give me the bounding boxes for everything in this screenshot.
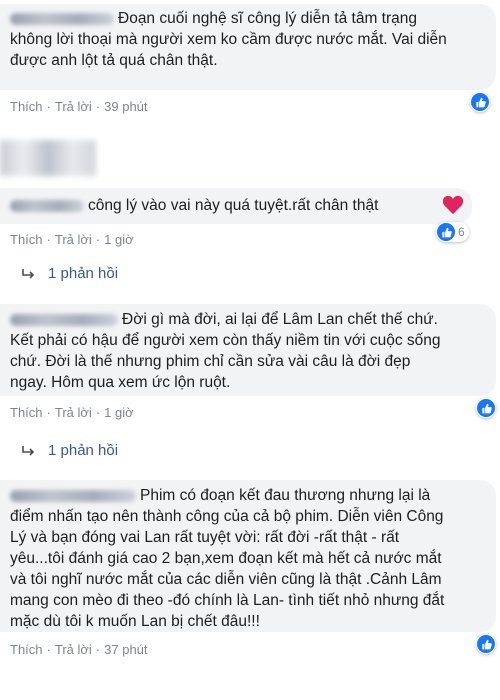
comment-bubble: Đời gì mà đời, ai lại để Lâm Lan chết th… [0,304,496,396]
like-link[interactable]: Thích [10,642,43,657]
comment-line: ngay. Hôm qua xem ức lộn ruột. [10,374,231,391]
author-name-blurred[interactable] [10,199,84,212]
timestamp[interactable]: 1 giờ [104,405,134,420]
blurred-avatar-strip [0,140,96,176]
reply-link[interactable]: Trả lời [55,642,92,657]
reaction-summary[interactable] [476,398,496,418]
comment-line: được anh lột tả quá chân thật. [10,52,218,69]
thumbs-up-icon [471,93,489,111]
author-name-blurred[interactable] [10,12,114,25]
reaction-summary[interactable]: 6 [436,222,469,242]
comment-line: chứ. Đời là thế nhưng phim chỉ cần sửa v… [10,353,411,370]
reaction-count: 6 [458,225,465,239]
comment-actions: Thích · Trả lời · 37 phút [10,642,148,657]
replies-count: 1 phản hồi [48,265,119,282]
reaction-summary[interactable] [476,634,496,654]
replies-count: 1 phản hồi [48,442,119,459]
view-replies-link[interactable]: 1 phản hồi [22,265,118,282]
view-replies-link[interactable]: 1 phản hồi [22,442,118,459]
comment-line: không lời thoại mà người xem ko cầm được… [10,31,447,48]
comment-bubble: Đoạn cuối nghệ sĩ công lý diễn tả tâm tr… [0,4,496,90]
like-link[interactable]: Thích [10,405,43,420]
comment-bubble: Phim có đoạn kết đau thương nhưng lại là… [0,480,496,632]
heart-icon [442,195,464,215]
reply-arrow-icon [22,445,35,456]
comment-line: điểm nhấn tạo nên thành công của cả bộ p… [10,508,444,525]
comment-line: Đời gì mà đời, ai lại để Lâm Lan chết th… [122,311,438,328]
like-link[interactable]: Thích [10,232,43,247]
reply-arrow-icon [22,268,35,279]
author-name-blurred[interactable] [10,313,118,326]
comment-actions: Thích · Trả lời · 1 giờ [10,232,134,247]
comment-line: Lý và bạn đóng vai Lan rất tuyệt vời: rấ… [10,529,400,546]
comment-text: Đoạn cuối nghệ sĩ công lý diễn tả tâm tr… [10,8,486,29]
thumbs-up-icon [437,223,455,241]
comment-line: Kết phải có hậu để người xem còn thấy ni… [10,332,441,349]
timestamp[interactable]: 37 phút [104,642,147,657]
reply-link[interactable]: Trả lời [55,405,92,420]
reaction-summary[interactable] [470,92,490,112]
reply-link[interactable]: Trả lời [55,99,92,114]
like-link[interactable]: Thích [10,99,43,114]
comment-line: mặc dù tôi k muốn Lan bị chết đâu!!! [10,613,260,630]
timestamp[interactable]: 39 phút [104,99,147,114]
comment-actions: Thích · Trả lời · 39 phút [10,99,148,114]
comment-line: và tôi nghĩ nước mắt của các diễn viên c… [10,571,442,588]
comment-line: công lý vào vai này quá tuyệt.rất chân t… [88,197,379,214]
comment-line: mang con mèo đi theo -đó chính là Lan- t… [10,592,445,609]
comment-line: Phim có đoạn kết đau thương nhưng lại là [140,487,431,504]
reply-link[interactable]: Trả lời [55,232,92,247]
comment-line: yêu...tôi đánh giá cao 2 bạn,xem đoạn kế… [10,550,442,567]
thumbs-up-icon [477,399,495,417]
author-name-blurred[interactable] [10,489,136,502]
comment-line: Đoạn cuối nghệ sĩ công lý diễn tả tâm tr… [118,10,417,27]
comment-bubble: công lý vào vai này quá tuyệt.rất chân t… [0,188,472,224]
timestamp[interactable]: 1 giờ [104,232,134,247]
thumbs-up-icon [477,635,495,653]
comment-actions: Thích · Trả lời · 1 giờ [10,405,134,420]
